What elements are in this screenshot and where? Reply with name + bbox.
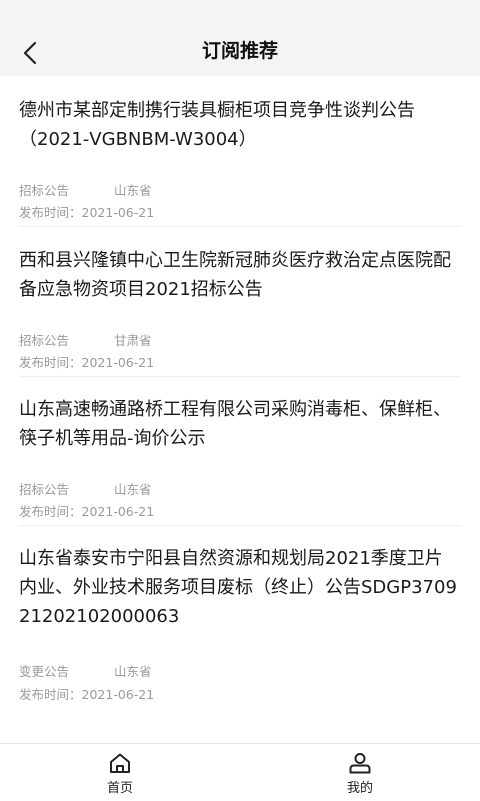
item-date: 发布时间：2021-06-21 — [19, 202, 154, 221]
divider — [19, 376, 461, 377]
item-date: 发布时间：2021-06-21 — [19, 352, 154, 371]
item-title: 山东省泰安市宁阳县自然资源和规划局2021季度卫片内业、外业技术服务项目废标（终… — [19, 548, 457, 627]
list-item[interactable]: 西和县兴隆镇中心卫生院新冠肺炎医疗救治定点医院配备应急物资项目2021招标公告 … — [0, 246, 480, 370]
item-category: 招标公告 — [19, 333, 70, 348]
item-category: 招标公告 — [19, 183, 70, 198]
item-category: 变更公告 — [19, 664, 70, 679]
item-region: 山东省 — [114, 664, 152, 679]
home-icon — [110, 753, 130, 773]
page-title: 订阅推荐 — [201, 40, 278, 62]
item-tags: 招标公告 山东省 — [19, 180, 152, 199]
subscription-list: 德州市某部定制携行装具橱柜项目竞争性谈判公告（2021-VGBNBM-W3004… — [0, 76, 480, 743]
tab-home-label: 首页 — [106, 781, 133, 796]
date-label: 发布时间： — [19, 504, 82, 519]
item-region: 山东省 — [114, 482, 152, 497]
item-region: 甘肃省 — [114, 333, 152, 348]
date-value: 2021-06-21 — [81, 504, 155, 519]
item-tags: 招标公告 甘肃省 — [19, 330, 152, 349]
divider — [19, 226, 461, 227]
top-bar: 订阅推荐 — [0, 0, 480, 76]
tab-mine[interactable]: 我的 — [300, 744, 420, 801]
item-title: 西和县兴隆镇中心卫生院新冠肺炎医疗救治定点医院配备应急物资项目2021招标公告 — [19, 250, 451, 300]
list-item[interactable]: 德州市某部定制携行装具橱柜项目竞争性谈判公告（2021-VGBNBM-W3004… — [0, 96, 480, 220]
date-value: 2021-06-21 — [81, 355, 155, 370]
date-label: 发布时间： — [19, 355, 82, 370]
list-item[interactable]: 山东省泰安市宁阳县自然资源和规划局2021季度卫片内业、外业技术服务项目废标（终… — [0, 544, 480, 704]
item-title: 德州市某部定制携行装具橱柜项目竞争性谈判公告（2021-VGBNBM-W3004… — [19, 100, 415, 150]
item-region: 山东省 — [114, 183, 152, 198]
tab-home[interactable]: 首页 — [60, 744, 180, 801]
item-date: 发布时间：2021-06-21 — [19, 684, 154, 703]
item-tags: 变更公告 山东省 — [19, 661, 152, 680]
date-label: 发布时间： — [19, 687, 82, 702]
bottom-tab-bar: 首页 我的 — [0, 743, 480, 801]
item-title: 山东高速畅通路桥工程有限公司采购消毒柜、保鲜柜、筷子机等用品-询价公示 — [19, 399, 451, 449]
divider — [19, 525, 461, 526]
date-label: 发布时间： — [19, 205, 82, 220]
date-value: 2021-06-21 — [81, 687, 155, 702]
item-tags: 招标公告 山东省 — [19, 479, 152, 498]
tab-mine-label: 我的 — [346, 781, 373, 796]
item-category: 招标公告 — [19, 482, 70, 497]
item-date: 发布时间：2021-06-21 — [19, 501, 154, 520]
date-value: 2021-06-21 — [81, 205, 155, 220]
list-item[interactable]: 山东高速畅通路桥工程有限公司采购消毒柜、保鲜柜、筷子机等用品-询价公示 招标公告… — [0, 395, 480, 519]
user-icon — [349, 753, 371, 774]
